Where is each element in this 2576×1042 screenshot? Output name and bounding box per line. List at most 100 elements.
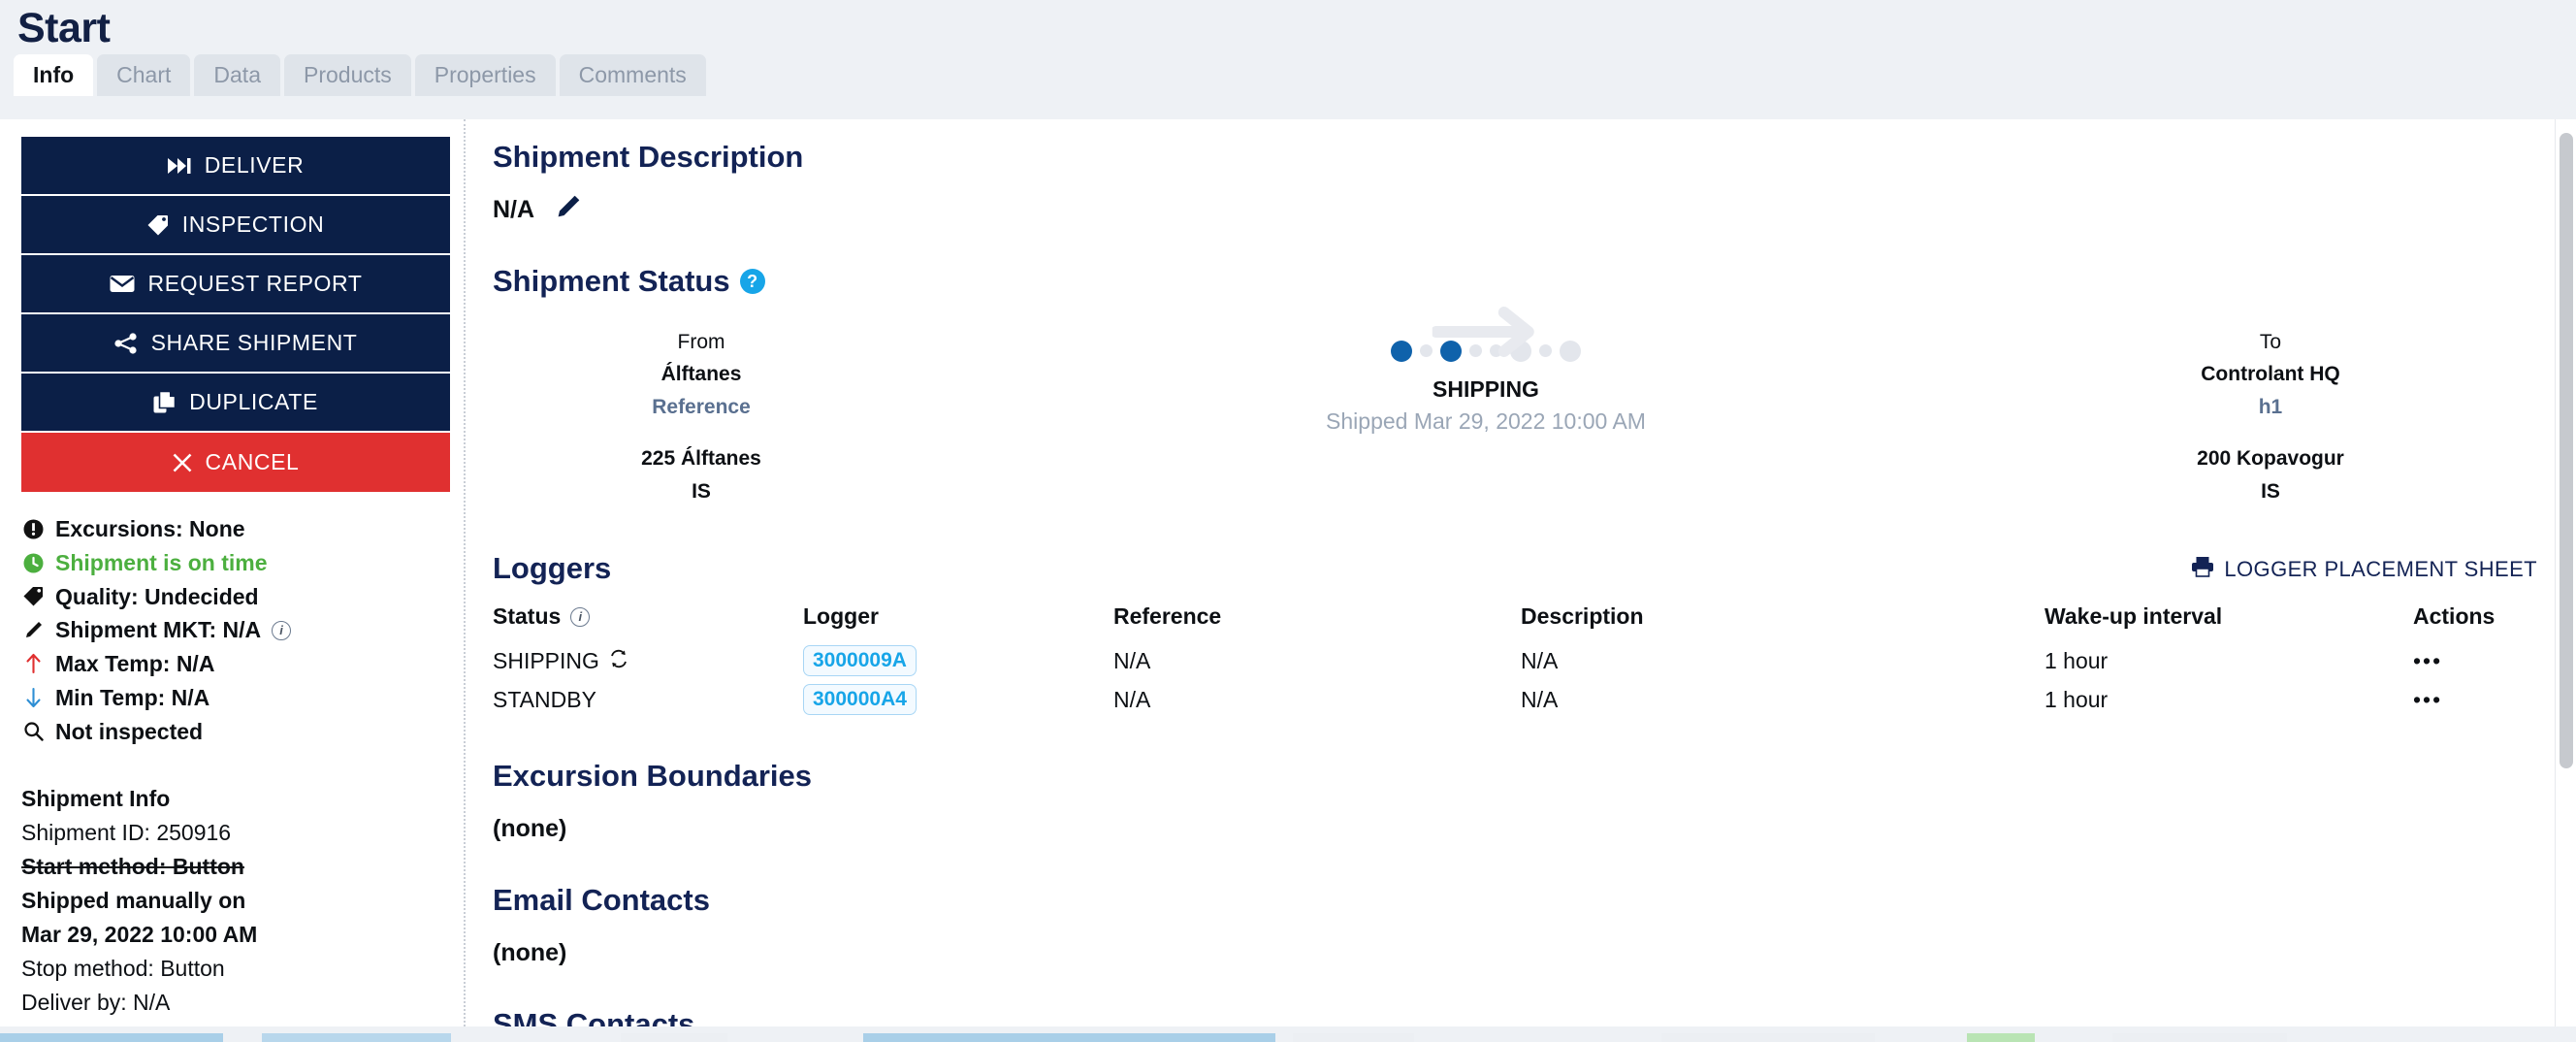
status-min-temp: Min Temp: N/A bbox=[21, 684, 450, 712]
logger-placement-sheet-link[interactable]: LOGGER PLACEMENT SHEET bbox=[2191, 556, 2537, 583]
tab-info[interactable]: Info bbox=[14, 53, 94, 96]
tracker-dot-1 bbox=[1391, 340, 1412, 362]
shipped-manually-line1: Shipped manually on bbox=[21, 888, 246, 914]
help-icon[interactable]: ? bbox=[739, 269, 765, 295]
pencil-icon[interactable] bbox=[556, 194, 581, 226]
tab-chart-label: Chart bbox=[116, 61, 172, 87]
taskbar-item[interactable] bbox=[262, 1033, 451, 1042]
shipment-description-heading: Shipment Description bbox=[493, 139, 2537, 177]
status-max-temp-label: Max Temp: N/A bbox=[55, 651, 215, 676]
scrollbar-thumb[interactable] bbox=[2560, 133, 2573, 768]
shipment-mkt-info-icon[interactable]: i bbox=[272, 620, 292, 640]
sync-icon bbox=[609, 648, 628, 674]
duplicate-button[interactable]: DUPLICATE bbox=[21, 374, 450, 433]
shipment-status-list: Excursions: None Shipment is on time Qua… bbox=[21, 515, 450, 745]
request-report-button[interactable]: REQUEST REPORT bbox=[21, 255, 450, 314]
tracker-substate: Shipped Mar 29, 2022 10:00 AM bbox=[1326, 407, 1646, 434]
inspection-button[interactable]: INSPECTION bbox=[21, 196, 450, 255]
status-quality: Quality: Undecided bbox=[21, 583, 450, 611]
taskbar-item[interactable] bbox=[1661, 1033, 1875, 1042]
shipment-description-row: N/A bbox=[493, 194, 2537, 226]
row-description-cell: N/A bbox=[1521, 686, 1559, 712]
tracker-current-state: SHIPPING bbox=[1433, 375, 1539, 402]
taskbar-gap bbox=[2287, 1033, 2576, 1042]
taskbar-item[interactable] bbox=[0, 1033, 223, 1042]
start-method-text: Start method: Button bbox=[21, 854, 244, 880]
tracker-dot-7 bbox=[1539, 344, 1552, 357]
tab-properties[interactable]: Properties bbox=[414, 53, 556, 96]
shipment-tracker: From Álftanes Reference 225 Álftanes IS bbox=[493, 306, 2537, 508]
duplicate-button-label: DUPLICATE bbox=[189, 389, 318, 414]
tab-comments[interactable]: Comments bbox=[559, 53, 706, 96]
loggers-heading-label: Loggers bbox=[493, 551, 612, 586]
tab-data-label: Data bbox=[213, 61, 261, 87]
taskbar-item[interactable] bbox=[1293, 1033, 1414, 1042]
status-quality-label: Quality: Undecided bbox=[55, 583, 259, 609]
status-not-inspected: Not inspected bbox=[21, 718, 450, 746]
shipment-status-heading-label: Shipment Status bbox=[493, 263, 730, 298]
printer-icon bbox=[2191, 556, 2214, 583]
taskbar-gap bbox=[1414, 1033, 1661, 1042]
taskbar-gap bbox=[451, 1033, 621, 1042]
taskbar-item[interactable] bbox=[2112, 1033, 2287, 1042]
tab-info-label: Info bbox=[33, 61, 75, 87]
page-title: Start bbox=[17, 5, 111, 51]
cancel-button[interactable]: CANCEL bbox=[21, 433, 450, 492]
tab-chart[interactable]: Chart bbox=[97, 53, 191, 96]
tab-products[interactable]: Products bbox=[284, 53, 411, 96]
share-shipment-button[interactable]: SHARE SHIPMENT bbox=[21, 314, 450, 374]
tracker-dot-5 bbox=[1490, 344, 1502, 357]
status-on-time-label: Shipment is on time bbox=[55, 549, 268, 575]
taskbar-gap bbox=[2035, 1033, 2112, 1042]
tracker-dot-4 bbox=[1469, 344, 1482, 357]
status-max-temp: Max Temp: N/A bbox=[21, 650, 450, 678]
status-excursions: Excursions: None bbox=[21, 515, 450, 543]
taskbar-gap bbox=[1875, 1033, 1967, 1042]
taskbar-item[interactable] bbox=[1967, 1033, 2035, 1042]
taskbar-gap bbox=[727, 1033, 863, 1042]
exclamation-icon bbox=[21, 519, 45, 539]
share-icon bbox=[113, 332, 138, 354]
row-actions-menu-button[interactable]: ••• bbox=[2413, 687, 2442, 712]
row-wake-up-cell: 1 hour bbox=[2045, 647, 2109, 673]
table-row: STANDBY 300000A4 N/A N/A 1 hour ••• bbox=[493, 680, 2537, 719]
tracker-progress: SHIPPING Shipped Mar 29, 2022 10:00 AM bbox=[910, 306, 2062, 435]
row-status-value: SHIPPING bbox=[493, 647, 599, 673]
tracker-origin-address: 225 Álftanes bbox=[641, 447, 761, 471]
action-button-stack: DELIVER INSPECTION REQUEST REPORT SHARE … bbox=[21, 137, 450, 492]
tab-data[interactable]: Data bbox=[194, 53, 280, 96]
row-actions-menu-button[interactable]: ••• bbox=[2413, 648, 2442, 673]
logger-id-chip[interactable]: 3000009A bbox=[803, 645, 917, 677]
logger-placement-sheet-label: LOGGER PLACEMENT SHEET bbox=[2224, 556, 2537, 581]
status-column-info-icon[interactable]: i bbox=[570, 606, 591, 627]
status-shipment-mkt: Shipment MKT: N/A i bbox=[21, 616, 450, 644]
logger-id-chip[interactable]: 300000A4 bbox=[803, 684, 917, 716]
shipment-info-block: Shipment Info Shipment ID: 250916 Start … bbox=[21, 782, 450, 1020]
tracker-origin-reference[interactable]: Reference bbox=[493, 391, 910, 424]
vertical-scrollbar[interactable] bbox=[2555, 119, 2576, 1042]
row-reference-cell: N/A bbox=[1113, 647, 1151, 673]
row-status-cell: SHIPPING bbox=[493, 641, 803, 680]
tracker-destination-reference[interactable]: h1 bbox=[2062, 391, 2479, 424]
tracker-origin-country: IS bbox=[692, 479, 711, 503]
cancel-button-label: CANCEL bbox=[205, 449, 300, 474]
excursion-boundaries-heading: Excursion Boundaries bbox=[493, 758, 2537, 796]
tracker-destination-country: IS bbox=[2261, 479, 2280, 503]
email-contacts-heading-label: Email Contacts bbox=[493, 882, 710, 917]
share-shipment-button-label: SHARE SHIPMENT bbox=[150, 330, 358, 355]
tracker-destination-name: Controlant HQ bbox=[2201, 363, 2340, 386]
tracker-dot-2 bbox=[1420, 344, 1433, 357]
status-not-inspected-label: Not inspected bbox=[55, 718, 204, 744]
deliver-button[interactable]: DELIVER bbox=[21, 137, 450, 196]
row-status-value: STANDBY bbox=[493, 686, 596, 712]
deliver-by-text: Deliver by: N/A bbox=[21, 989, 171, 1015]
taskbar-item[interactable] bbox=[863, 1033, 1275, 1042]
taskbar-item[interactable] bbox=[621, 1033, 727, 1042]
tag-icon bbox=[147, 214, 169, 236]
main-content: Shipment Description N/A Shipment Status… bbox=[466, 119, 2576, 1042]
request-report-button-label: REQUEST REPORT bbox=[147, 271, 363, 296]
loggers-table-header-row: Status i Logger Reference Description Wa… bbox=[493, 603, 2537, 641]
row-actions-cell: ••• bbox=[2413, 680, 2537, 719]
tag-icon bbox=[21, 586, 45, 606]
row-status-cell: STANDBY bbox=[493, 680, 803, 719]
